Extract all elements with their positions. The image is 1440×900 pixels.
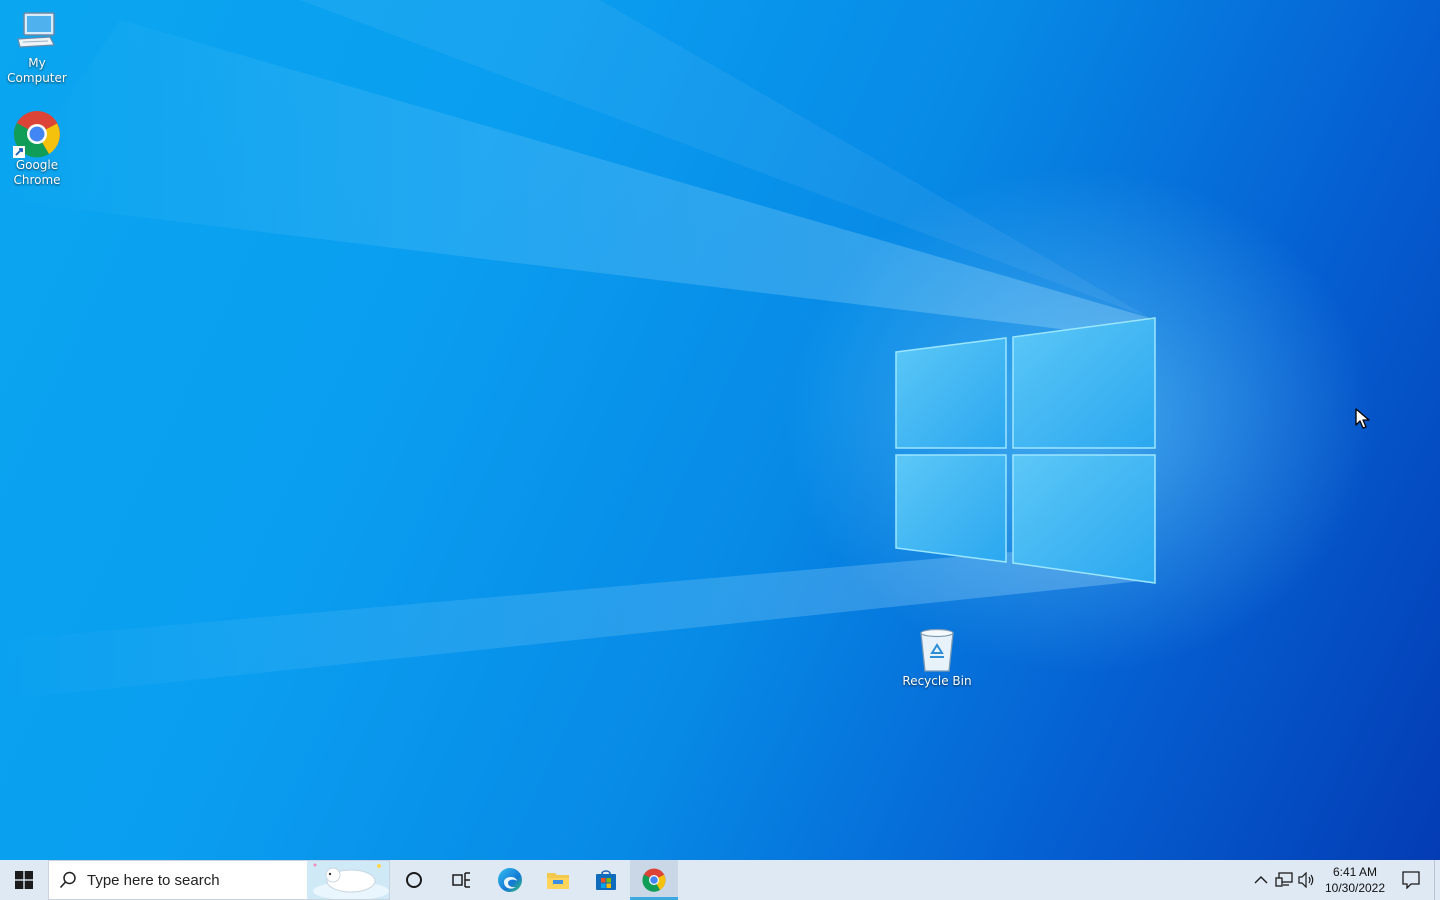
file-explorer-button[interactable]: [534, 860, 582, 900]
system-tray: 6:41 AM 10/30/2022: [1249, 860, 1440, 900]
start-button[interactable]: [0, 860, 48, 900]
desktop-icon-google-chrome[interactable]: Google Chrome: [0, 110, 74, 188]
cortana-button[interactable]: [390, 860, 438, 900]
mouse-cursor-icon: [1355, 408, 1370, 429]
edge-icon: [498, 868, 522, 892]
folder-icon: [547, 873, 569, 889]
wallpaper-art: [0, 0, 1156, 700]
chrome-taskbar-button[interactable]: [630, 860, 678, 900]
chrome-icon: [13, 110, 61, 158]
volume-button[interactable]: [1295, 860, 1318, 900]
volume-icon: [1297, 872, 1313, 888]
taskbar: Type here to search 6:41 AM 10/30/2022: [0, 860, 1440, 900]
action-center-button[interactable]: [1388, 860, 1434, 900]
desktop-icon-my-computer[interactable]: My Computer: [0, 8, 74, 86]
edge-button[interactable]: [486, 860, 534, 900]
desktop-icon-label: Google Chrome: [13, 158, 61, 187]
store-icon: [596, 870, 616, 890]
store-button[interactable]: [582, 860, 630, 900]
windows-logo-art: [895, 317, 1156, 584]
notification-icon: [1402, 871, 1420, 889]
task-view-button[interactable]: [438, 860, 486, 900]
desktop-icon-label: My Computer: [7, 56, 67, 85]
taskbar-search-box[interactable]: Type here to search: [48, 860, 390, 900]
clock-date: 10/30/2022: [1324, 881, 1386, 895]
chrome-icon: [642, 868, 666, 892]
desktop-icon-recycle-bin[interactable]: Recycle Bin: [900, 626, 974, 689]
chevron-up-icon: [1254, 876, 1267, 884]
taskbar-clock[interactable]: 6:41 AM 10/30/2022: [1322, 864, 1388, 896]
clock-time: 6:41 AM: [1332, 865, 1378, 879]
my-computer-icon: [13, 8, 61, 56]
windows-start-icon: [15, 871, 33, 889]
show-hidden-icons-button[interactable]: [1249, 860, 1272, 900]
search-highlight-art: [307, 861, 389, 899]
recycle-bin-icon: [913, 626, 961, 674]
search-placeholder: Type here to search: [87, 871, 220, 889]
cortana-circle-icon: [406, 872, 422, 888]
desktop-icon-label: Recycle Bin: [902, 674, 972, 688]
desktop: My Computer Google Chrome Recycle Bin: [0, 0, 1440, 860]
search-icon: [49, 871, 87, 889]
task-view-icon: [452, 872, 470, 888]
network-icon: [1274, 872, 1293, 887]
show-desktop-button[interactable]: [1434, 860, 1440, 900]
network-button[interactable]: [1272, 860, 1295, 900]
